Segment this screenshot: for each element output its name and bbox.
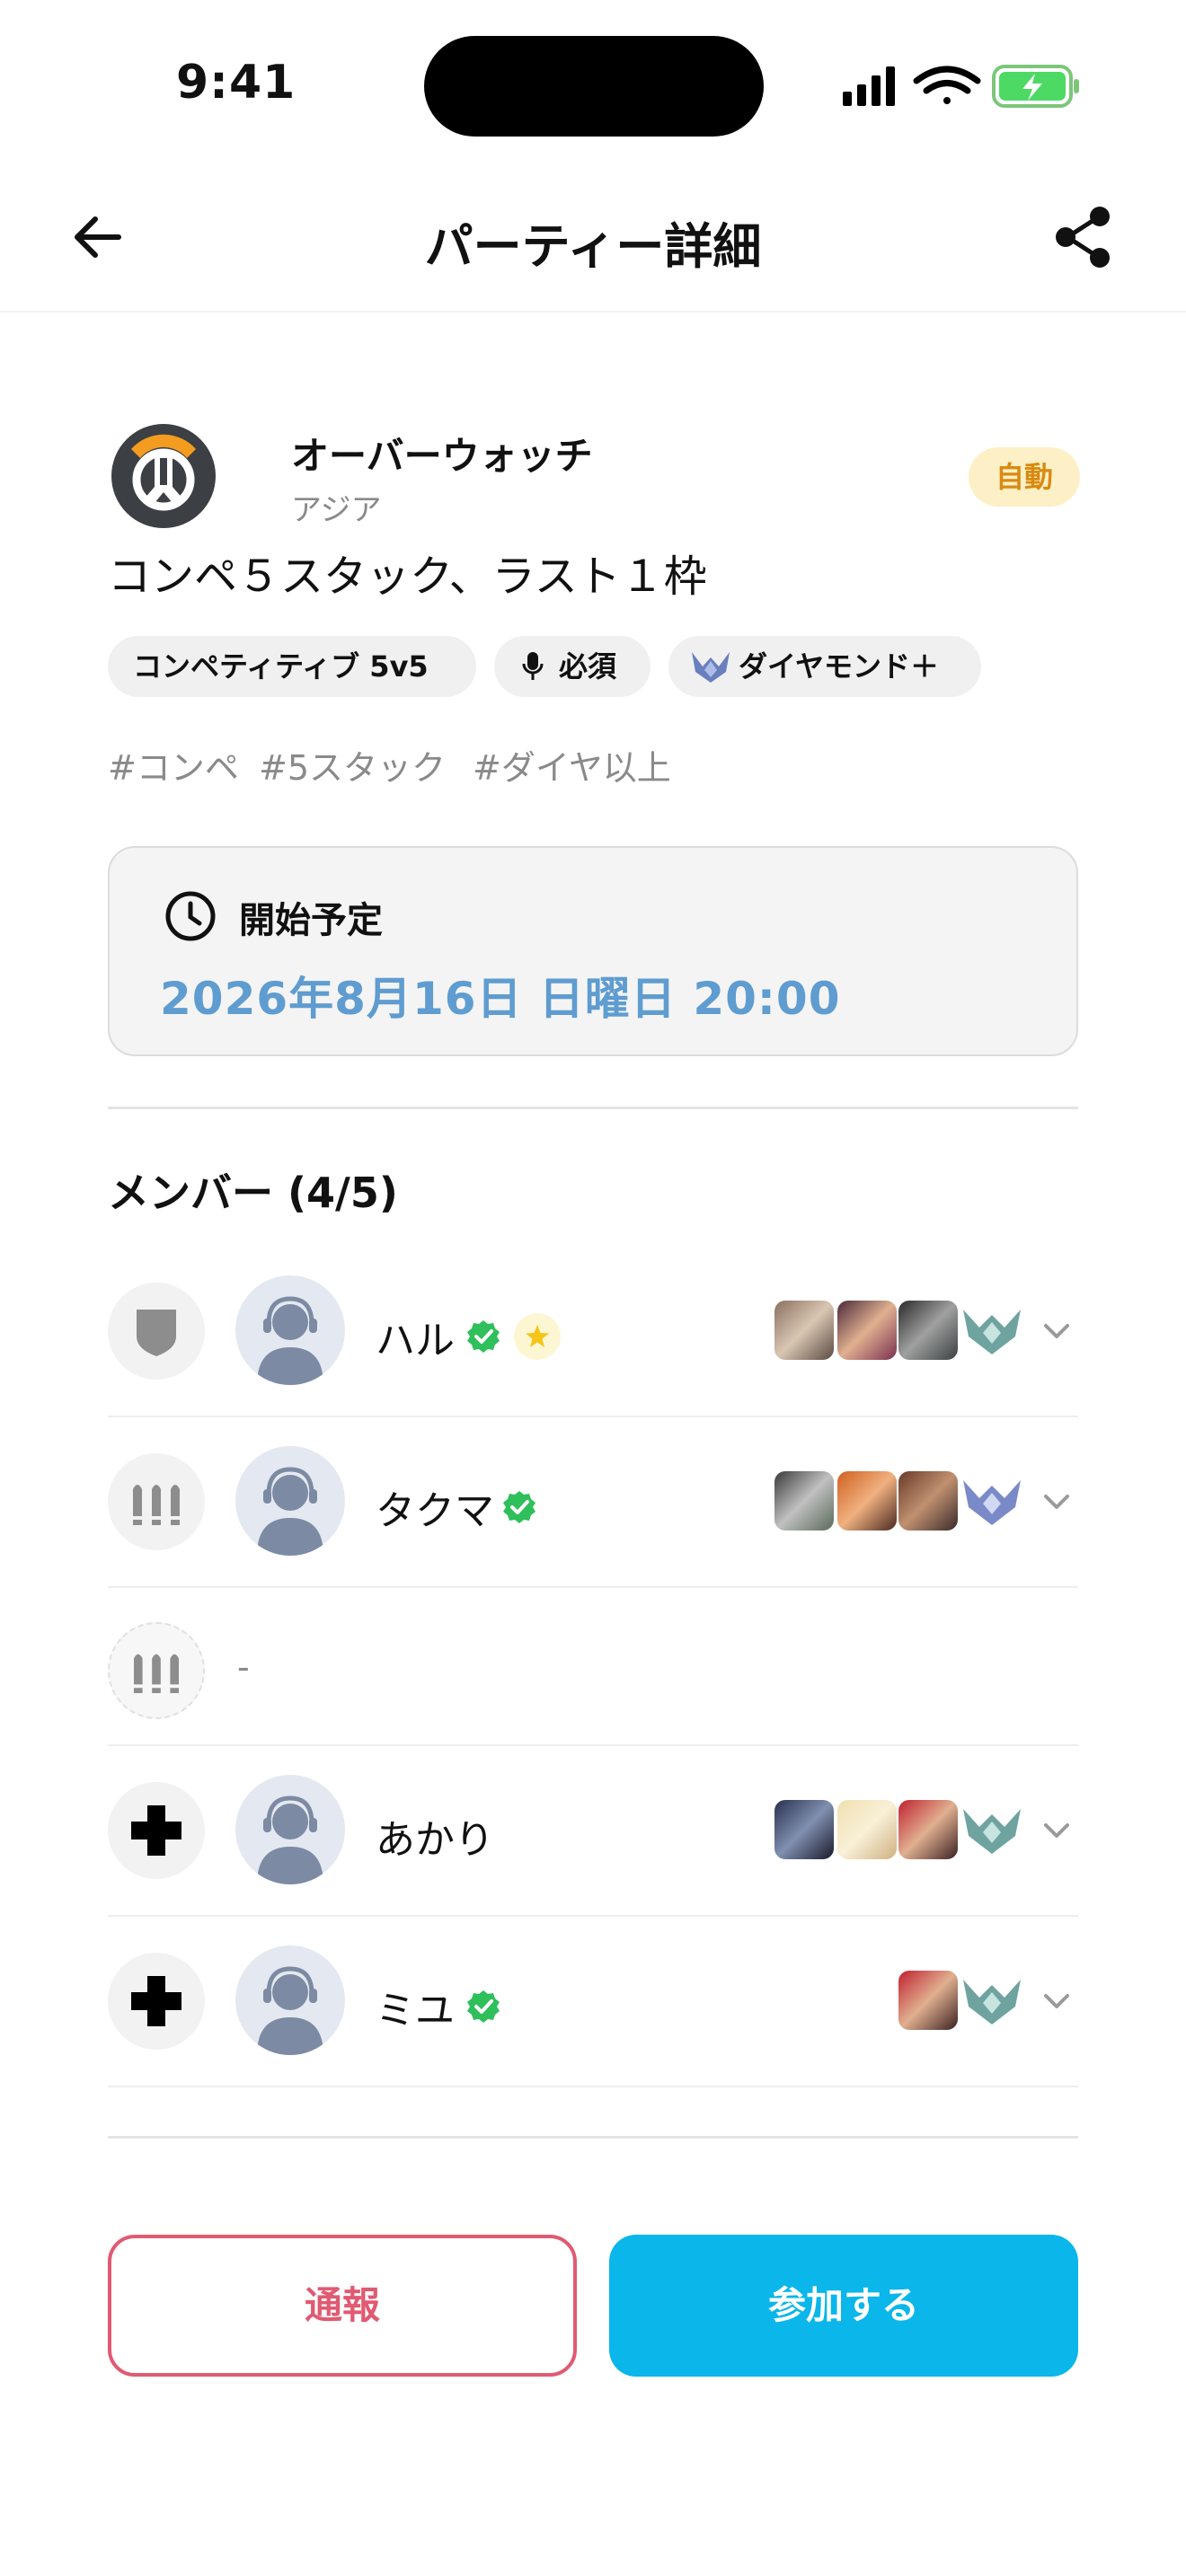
row-divider [108, 1915, 1078, 1917]
status-icons [843, 65, 1079, 108]
avatar[interactable] [235, 1446, 345, 1556]
member-name: あかり [376, 1817, 494, 1863]
support-role-icon [108, 1782, 205, 1879]
schedule-label: 開始予定 [239, 900, 383, 941]
chip-voice-chat: 必須 [494, 636, 651, 697]
avatar-headset-icon [257, 1296, 323, 1385]
chevron-down-icon[interactable] [1040, 1990, 1073, 2012]
game-logo [111, 424, 216, 528]
cellular-icon [843, 66, 895, 106]
hashtag[interactable]: #5スタック [259, 740, 446, 790]
rank-icon [692, 652, 730, 683]
hero-portrait [837, 1471, 897, 1531]
verified-icon [467, 1320, 500, 1353]
page-title: パーティー詳細 [424, 218, 762, 275]
chip-rank-label: ダイヤモンド＋ [739, 649, 940, 684]
member-name: ハル [376, 1318, 455, 1363]
row-divider [108, 2086, 1078, 2087]
members-title: メンバー (4/5) [108, 1169, 398, 1217]
rank-icon [963, 1980, 1021, 2025]
dynamic-island [424, 36, 764, 137]
chevron-down-icon[interactable] [1040, 1491, 1073, 1513]
chevron-down-icon[interactable] [1040, 1820, 1073, 1841]
chip-rank: ダイヤモンド＋ [668, 636, 981, 697]
schedule-date: 2026年8月16日 日曜日 20:00 [160, 973, 841, 1025]
chip-game-mode-label: コンペティティブ 5v5 [133, 649, 429, 684]
verified-icon [467, 1990, 500, 2023]
row-divider [108, 1744, 1078, 1746]
avatar[interactable] [235, 1945, 345, 2055]
chip-game-mode: コンペティティブ 5v5 [108, 636, 476, 697]
hero-portrait [898, 1301, 958, 1360]
hero-portrait [774, 1471, 834, 1531]
support-role-icon [108, 1953, 205, 2050]
auto-badge: 自動 [969, 447, 1080, 507]
wifi-icon [913, 66, 981, 104]
game-region: アジア [291, 492, 382, 528]
verified-icon [503, 1491, 535, 1523]
hero-portrait [837, 1301, 897, 1360]
hashtag[interactable]: #コンペ [108, 740, 239, 790]
damage-role-icon [108, 1453, 205, 1550]
empty-slot: - [237, 1647, 250, 1687]
hero-portrait [774, 1800, 834, 1859]
hashtag[interactable]: #ダイヤ以上 [473, 740, 671, 790]
status-time: 9:41 [176, 56, 296, 110]
avatar-headset-icon [257, 1966, 323, 2055]
party-title: コンペ５スタック、ラスト１枠 [108, 551, 707, 602]
star-icon [514, 1313, 561, 1360]
clock-icon [165, 891, 216, 941]
avatar-headset-icon [257, 1795, 323, 1884]
member-name: タクマ [376, 1488, 494, 1534]
hero-portrait [837, 1800, 897, 1859]
game-name: オーバーウォッチ [291, 434, 593, 478]
battery-icon [992, 65, 1079, 108]
damage-role-icon [108, 1622, 205, 1719]
header-divider [0, 311, 1186, 313]
section-divider [108, 1107, 1078, 1109]
rank-icon [963, 1310, 1021, 1354]
rank-icon [963, 1809, 1021, 1854]
join-button[interactable]: 参加する [609, 2235, 1078, 2377]
hero-portrait [898, 1971, 958, 2030]
rank-icon [963, 1480, 1021, 1525]
avatar[interactable] [235, 1775, 345, 1884]
row-divider [108, 1586, 1078, 1588]
avatar-headset-icon [257, 1467, 323, 1556]
hero-portrait [898, 1471, 958, 1531]
share-icon[interactable] [1048, 201, 1120, 273]
hero-portrait [774, 1301, 834, 1360]
section-divider [108, 2136, 1078, 2139]
avatar[interactable] [235, 1275, 345, 1385]
hero-portrait [898, 1800, 958, 1859]
member-name: ミユ [376, 1988, 455, 2033]
mic-icon [522, 652, 544, 680]
report-button[interactable]: 通報 [108, 2235, 577, 2377]
row-divider [108, 1416, 1078, 1417]
tank-role-icon [108, 1283, 205, 1380]
chevron-down-icon[interactable] [1040, 1320, 1073, 1342]
chip-voice-label: 必須 [559, 649, 617, 684]
